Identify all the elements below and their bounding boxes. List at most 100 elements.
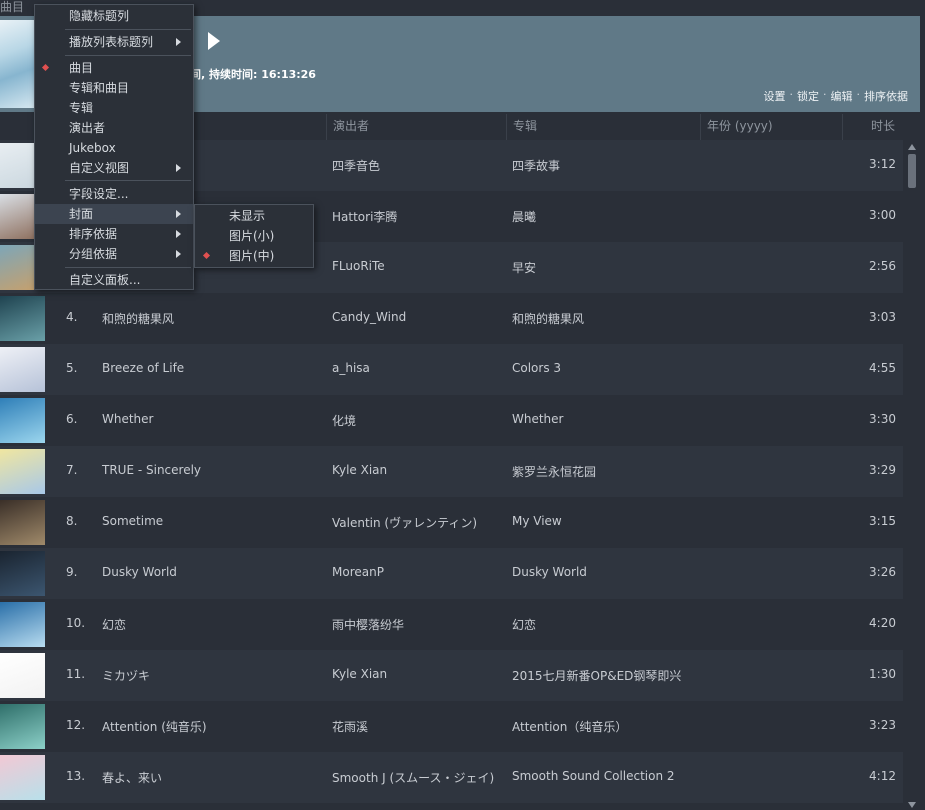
- track-title: TRUE - Sincerely: [102, 463, 202, 477]
- track-duration: 2:56: [869, 259, 896, 273]
- track-album: 2015七月新番OP&ED钢琴即兴: [512, 669, 682, 683]
- track-row[interactable]: 4. 和煦的糖果风 Candy_Wind 和煦的糖果风 3:03: [0, 293, 903, 344]
- menu-item[interactable]: 专辑和曲目: [35, 78, 193, 98]
- album-thumbnail: [0, 296, 45, 341]
- track-artist: MoreanP: [332, 565, 384, 579]
- track-artist: a_hisa: [332, 361, 370, 375]
- playlist-info: 间, 持续时间: 16:13:26: [190, 68, 316, 81]
- track-duration: 4:55: [869, 361, 896, 375]
- track-number: 8.: [66, 514, 78, 528]
- playlist-cover-image: [0, 20, 36, 108]
- menu-item-label: 播放列表标题列: [69, 35, 154, 49]
- album-thumbnail: [0, 551, 45, 596]
- track-row[interactable]: 13. 春よ、来い Smooth J (スムース・ジェイ) Smooth Sound …: [0, 752, 903, 803]
- menu-item[interactable]: 自定义视图: [35, 158, 193, 178]
- banner-actions: 设置 · 锁定 · 编辑 · 排序依据: [764, 88, 909, 104]
- column-header-duration[interactable]: 时长: [842, 114, 903, 140]
- play-icon[interactable]: [208, 32, 220, 50]
- menu-item[interactable]: Jukebox: [35, 138, 193, 158]
- album-thumbnail: [0, 602, 45, 647]
- menu-item[interactable]: 播放列表标题列: [35, 32, 193, 52]
- track-row[interactable]: 8. Sometime Valentin (ヴァレンティン) My View 3:15: [0, 497, 903, 548]
- column-header-year[interactable]: 年份 (yyyy): [700, 114, 842, 140]
- sort-by-link[interactable]: 排序依据: [864, 88, 908, 104]
- scroll-thumb[interactable]: [908, 154, 916, 188]
- checked-bullet-icon: [202, 251, 211, 260]
- menu-item[interactable]: 自定义面板...: [35, 270, 193, 290]
- menu-item[interactable]: 分组依据: [35, 244, 193, 264]
- menu-item[interactable]: 排序依据: [35, 224, 193, 244]
- column-header-artist[interactable]: 演出者: [326, 114, 506, 140]
- track-album: Smooth Sound Collection 2: [512, 769, 675, 783]
- menu-separator: [65, 267, 191, 268]
- track-title: 春よ、来い: [102, 771, 163, 785]
- submenu-item-label: 未显示: [229, 209, 266, 223]
- track-number: 13.: [66, 769, 86, 783]
- separator-dot: ·: [823, 88, 827, 101]
- track-album: Colors 3: [512, 361, 562, 375]
- menu-item[interactable]: 隐藏标题列: [35, 6, 193, 26]
- menu-item-label: 分组依据: [69, 247, 118, 261]
- submenu-item[interactable]: 图片(小): [195, 226, 313, 246]
- menu-item-label: 曲目: [69, 61, 94, 75]
- track-artist: Candy_Wind: [332, 310, 407, 324]
- lock-link[interactable]: 锁定: [797, 88, 819, 104]
- track-title: Sometime: [102, 514, 164, 528]
- menu-item-label: 自定义面板...: [69, 273, 141, 287]
- menu-item[interactable]: 专辑: [35, 98, 193, 118]
- context-menu: 隐藏标题列播放列表标题列 曲目专辑和曲目专辑演出者 Jukebox 自定义视图字段设定…: [34, 4, 194, 290]
- track-artist: Kyle Xian: [332, 667, 388, 681]
- settings-link[interactable]: 设置: [764, 88, 786, 104]
- track-number: 6.: [66, 412, 78, 426]
- menu-item-label: 专辑和曲目: [69, 81, 130, 95]
- track-artist: Valentin (ヴァレンティン): [332, 516, 478, 530]
- track-title: ミカヅキ: [102, 669, 151, 683]
- menu-item[interactable]: 字段设定...: [35, 184, 193, 204]
- track-row[interactable]: 5. Breeze of Life a_hisa Colors 3 4:55: [0, 344, 903, 395]
- track-album: 幻恋: [512, 618, 537, 632]
- submenu-item-label: 图片(小): [229, 229, 275, 243]
- album-thumbnail: [0, 347, 45, 392]
- track-album: Dusky World: [512, 565, 587, 579]
- submenu-arrow-icon: [176, 250, 181, 258]
- track-duration: 4:12: [869, 769, 896, 783]
- track-number: 4.: [66, 310, 78, 324]
- track-title: Whether: [102, 412, 154, 426]
- menu-item[interactable]: 封面: [35, 204, 193, 224]
- track-row[interactable]: 9. Dusky World MoreanP Dusky World 3:26: [0, 548, 903, 599]
- scroll-up-icon[interactable]: [908, 144, 916, 150]
- track-row[interactable]: 6. Whether 化境 Whether 3:30: [0, 395, 903, 446]
- track-album: 紫罗兰永恒花园: [512, 465, 597, 479]
- menu-item-label: 字段设定...: [69, 187, 129, 201]
- column-header-album[interactable]: 专辑: [506, 114, 700, 140]
- track-duration: 3:29: [869, 463, 896, 477]
- scrollbar[interactable]: [905, 140, 919, 810]
- menu-item-label: 封面: [69, 207, 94, 221]
- track-row[interactable]: 10. 幻恋 雨中樱落纷华 幻恋 4:20: [0, 599, 903, 650]
- submenu-arrow-icon: [176, 230, 181, 238]
- track-number: 11.: [66, 667, 86, 681]
- menu-item[interactable]: 演出者: [35, 118, 193, 138]
- separator-dot: ·: [856, 88, 861, 101]
- edit-link[interactable]: 编辑: [831, 88, 853, 104]
- track-title: Dusky World: [102, 565, 177, 579]
- scroll-down-icon[interactable]: [908, 802, 916, 808]
- track-duration: 3:03: [869, 310, 896, 324]
- track-number: 5.: [66, 361, 78, 375]
- cover-submenu: 未显示图片(小) 图片(中): [194, 204, 314, 268]
- track-artist: 化境: [332, 414, 357, 428]
- menu-item[interactable]: 曲目: [35, 58, 193, 78]
- album-thumbnail: [0, 653, 45, 698]
- track-duration: 1:30: [869, 667, 896, 681]
- track-album: Whether: [512, 412, 564, 426]
- track-row[interactable]: 7. TRUE - Sincerely Kyle Xian 紫罗兰永恒花园 3:29: [0, 446, 903, 497]
- track-duration: 3:00: [869, 208, 896, 222]
- track-row[interactable]: 11. ミカヅキ Kyle Xian 2015七月新番OP&ED钢琴即兴 1:30: [0, 650, 903, 701]
- submenu-item[interactable]: 未显示: [195, 206, 313, 226]
- menu-item-label: 隐藏标题列: [69, 9, 130, 23]
- checked-bullet-icon: [41, 63, 50, 72]
- track-row[interactable]: 12. Attention (纯音乐) 花雨溪 Attention（纯音乐） 3:23: [0, 701, 903, 752]
- submenu-item[interactable]: 图片(中): [195, 246, 313, 266]
- track-duration: 3:30: [869, 412, 896, 426]
- menu-item-label: 演出者: [69, 121, 106, 135]
